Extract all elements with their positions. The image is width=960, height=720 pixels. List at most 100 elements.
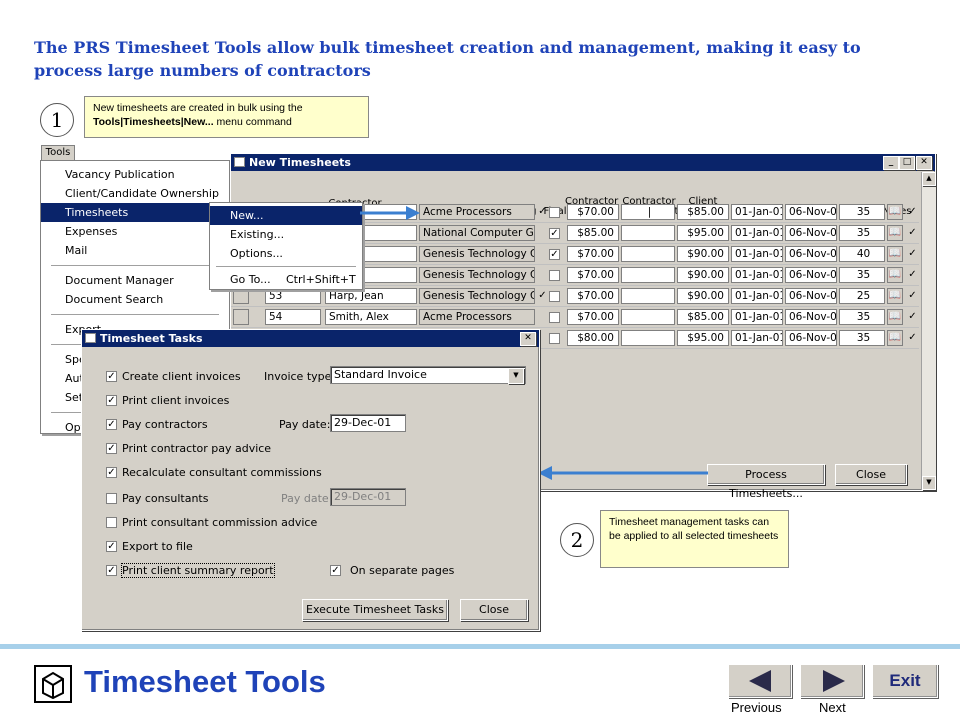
running-checkbox[interactable] xyxy=(537,270,548,281)
close-button[interactable]: Close xyxy=(835,464,907,485)
submenu-item-goto[interactable]: Go To... Ctrl+Shift+T xyxy=(210,270,362,289)
client-rate-cell[interactable]: $85.00 xyxy=(677,204,729,220)
from-date-cell[interactable]: 01-Jan-01 xyxy=(731,309,783,325)
final-checkbox[interactable]: ✓ xyxy=(549,228,560,239)
running-checkbox[interactable] xyxy=(537,249,548,260)
contractor-adjustments-cell[interactable] xyxy=(621,246,675,262)
client-rate-cell[interactable]: $95.00 xyxy=(677,330,729,346)
client-rate-cell[interactable]: $90.00 xyxy=(677,246,729,262)
submenu-item-options[interactable]: Options... xyxy=(210,244,362,263)
task-checkbox[interactable]: ✓ xyxy=(106,443,117,454)
client-site-cell[interactable]: Acme Processors xyxy=(419,309,535,325)
client-site-cell[interactable]: Acme Processors xyxy=(419,204,535,220)
notes-book-icon[interactable]: 📖 xyxy=(887,330,903,346)
notes-book-icon[interactable]: 📖 xyxy=(887,204,903,220)
hours-cell[interactable]: 35 xyxy=(839,267,885,283)
running-checkbox[interactable] xyxy=(537,312,548,323)
contractor-adjustments-cell[interactable] xyxy=(621,267,675,283)
scroll-down-icon[interactable]: ▼ xyxy=(922,476,936,490)
running-checkbox[interactable]: ✓ xyxy=(537,291,548,302)
contractor-adjustments-cell[interactable] xyxy=(621,330,675,346)
contractor-adjustments-cell[interactable]: | xyxy=(621,204,675,220)
menu-item-timesheets[interactable]: Timesheets xyxy=(41,203,229,222)
task-checkbox[interactable] xyxy=(106,517,117,528)
from-date-cell[interactable]: 01-Jan-01 xyxy=(731,204,783,220)
task-checkbox[interactable]: ✓ xyxy=(106,395,117,406)
notes-book-icon[interactable]: 📖 xyxy=(887,246,903,262)
contractor-rate-cell[interactable]: $70.00 xyxy=(567,267,619,283)
previous-button[interactable] xyxy=(728,664,792,698)
consultant-pay-date-field[interactable]: 29-Dec-01 xyxy=(330,488,406,506)
from-date-cell[interactable]: 01-Jan-01 xyxy=(731,246,783,262)
final-checkbox[interactable]: ✓ xyxy=(549,249,560,260)
next-button[interactable] xyxy=(800,664,864,698)
final-checkbox[interactable] xyxy=(549,333,560,344)
client-site-cell[interactable]: National Computer Group xyxy=(419,225,535,241)
client-rate-cell[interactable]: $95.00 xyxy=(677,225,729,241)
close-icon[interactable]: ✕ xyxy=(916,156,932,170)
submenu-item-existing[interactable]: Existing... xyxy=(210,225,362,244)
invoice-type-select[interactable]: Standard Invoice ▼ xyxy=(330,366,526,384)
contractor-cell[interactable]: Smith, Alex xyxy=(325,309,417,325)
close-icon[interactable]: ✕ xyxy=(520,332,536,346)
hours-cell[interactable]: 35 xyxy=(839,204,885,220)
to-date-cell[interactable]: 06-Nov-01 xyxy=(785,246,837,262)
final-checkbox[interactable] xyxy=(549,312,560,323)
to-date-cell[interactable]: 06-Nov-01 xyxy=(785,309,837,325)
to-date-cell[interactable]: 06-Nov-01 xyxy=(785,225,837,241)
pay-date-field[interactable]: 29-Dec-01 xyxy=(330,414,406,432)
minimize-icon[interactable]: _ xyxy=(883,156,899,170)
notes-book-icon[interactable]: 📖 xyxy=(887,288,903,304)
menu-item-client-candidate-ownership[interactable]: Client/Candidate Ownership xyxy=(41,184,229,203)
menu-item-document-manager[interactable]: Document Manager xyxy=(41,271,229,290)
hours-cell[interactable]: 35 xyxy=(839,309,885,325)
client-rate-cell[interactable]: $90.00 xyxy=(677,267,729,283)
row-selector[interactable] xyxy=(233,309,249,325)
final-checkbox[interactable] xyxy=(549,270,560,281)
client-rate-cell[interactable]: $90.00 xyxy=(677,288,729,304)
task-checkbox[interactable]: ✓ xyxy=(106,371,117,382)
to-date-cell[interactable]: 06-Nov-01 xyxy=(785,204,837,220)
execute-timesheet-tasks-button[interactable]: Execute Timesheet Tasks xyxy=(302,599,448,621)
menu-item-mail[interactable]: Mail xyxy=(41,241,229,260)
contractor-adjustments-cell[interactable] xyxy=(621,225,675,241)
hours-cell[interactable]: 35 xyxy=(839,225,885,241)
final-checkbox[interactable] xyxy=(549,207,560,218)
submenu-item-new[interactable]: New... xyxy=(210,206,362,225)
from-date-cell[interactable]: 01-Jan-01 xyxy=(731,330,783,346)
notes-book-icon[interactable]: 📖 xyxy=(887,267,903,283)
chevron-down-icon[interactable]: ▼ xyxy=(508,368,524,384)
dialog-close-button[interactable]: Close xyxy=(460,599,528,621)
menu-item-vacancy-publication[interactable]: Vacancy Publication xyxy=(41,165,229,184)
hours-cell[interactable]: 25 xyxy=(839,288,885,304)
from-date-cell[interactable]: 01-Jan-01 xyxy=(731,225,783,241)
contractor-rate-cell[interactable]: $85.00 xyxy=(567,225,619,241)
contractor-rate-cell[interactable]: $70.00 xyxy=(567,288,619,304)
contractor-cell[interactable]: Harp, Jean xyxy=(325,288,417,304)
contractor-rate-cell[interactable]: $70.00 xyxy=(567,204,619,220)
row-selector[interactable] xyxy=(233,288,249,304)
task-checkbox[interactable]: ✓ xyxy=(106,467,117,478)
client-site-cell[interactable]: Genesis Technology Grou xyxy=(419,246,535,262)
task-checkbox[interactable]: ✓ xyxy=(106,565,117,576)
contractor-rate-cell[interactable]: $70.00 xyxy=(567,309,619,325)
hours-cell[interactable]: 40 xyxy=(839,246,885,262)
contractor-rate-cell[interactable]: $70.00 xyxy=(567,246,619,262)
notes-book-icon[interactable]: 📖 xyxy=(887,225,903,241)
scroll-up-icon[interactable]: ▲ xyxy=(922,172,936,186)
contractor-adjustments-cell[interactable] xyxy=(621,288,675,304)
contractor-adjustments-cell[interactable] xyxy=(621,309,675,325)
final-checkbox[interactable] xyxy=(549,291,560,302)
running-checkbox[interactable] xyxy=(537,228,548,239)
client-rate-cell[interactable]: $85.00 xyxy=(677,309,729,325)
vacancy-id-cell[interactable]: 54 xyxy=(265,309,321,325)
from-date-cell[interactable]: 01-Jan-01 xyxy=(731,288,783,304)
exit-button[interactable]: Exit xyxy=(872,664,938,698)
running-checkbox[interactable]: ✓ xyxy=(537,207,548,218)
notes-book-icon[interactable]: 📖 xyxy=(887,309,903,325)
maximize-icon[interactable]: □ xyxy=(899,156,915,170)
hours-cell[interactable]: 35 xyxy=(839,330,885,346)
to-date-cell[interactable]: 06-Nov-01 xyxy=(785,267,837,283)
to-date-cell[interactable]: 06-Nov-01 xyxy=(785,330,837,346)
separate-pages-checkbox[interactable]: ✓ xyxy=(330,565,341,576)
